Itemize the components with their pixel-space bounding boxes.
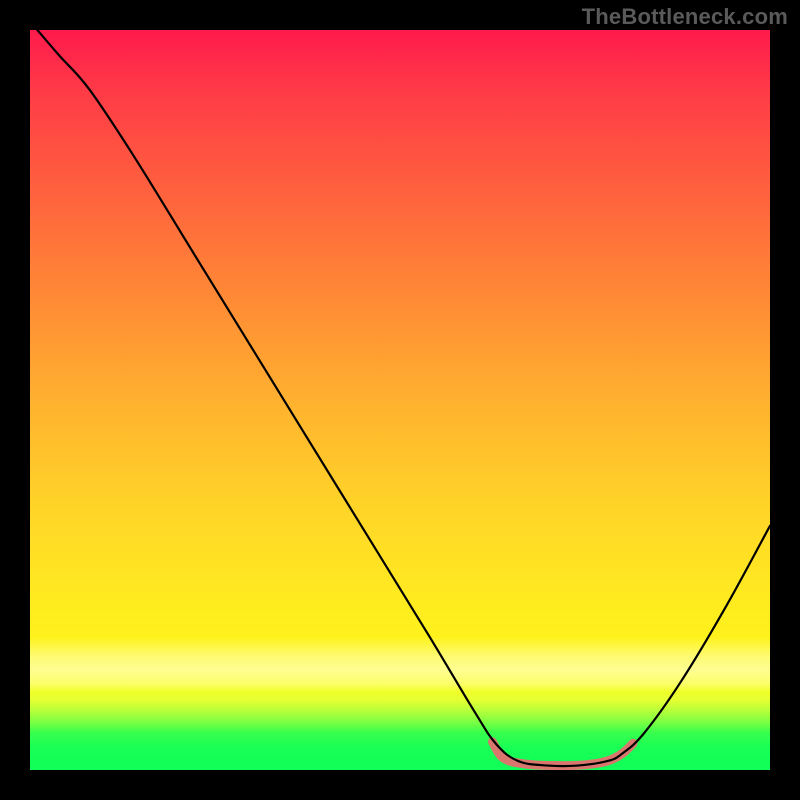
gradient-background [30, 30, 770, 770]
chart-stage: TheBottleneck.com [0, 0, 800, 800]
watermark-label: TheBottleneck.com [582, 4, 788, 30]
plot-area [30, 30, 770, 770]
